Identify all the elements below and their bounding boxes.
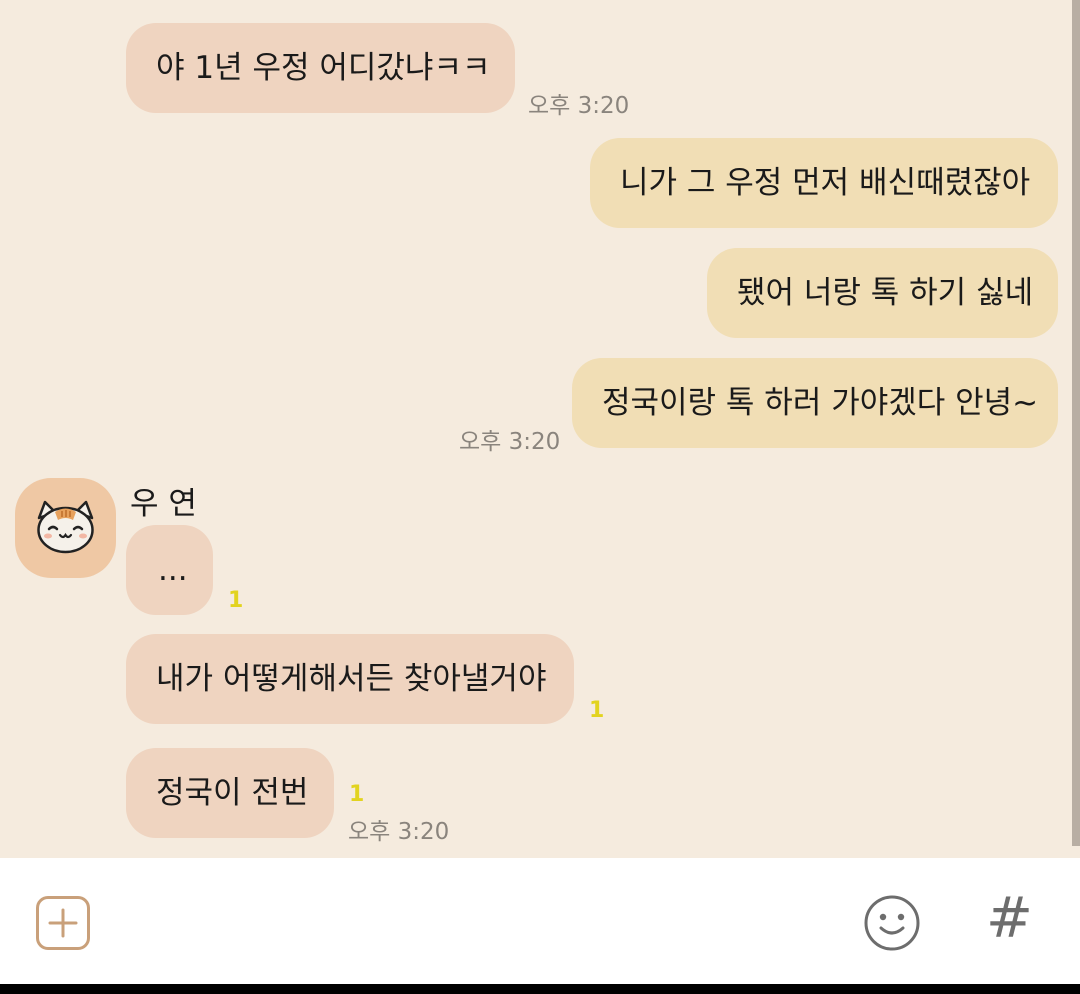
scrollbar[interactable] [1072,0,1080,846]
outgoing-message-bubble[interactable]: 정국이랑 톡 하러 가야겠다 안녕~ [572,358,1058,448]
unread-count: 1 [349,782,365,807]
message-timestamp: 오후 3:20 [348,819,450,845]
incoming-message-bubble[interactable]: 야 1년 우정 어디갔냐ㅋㅋ [126,23,515,113]
cat-face-icon [37,500,94,554]
incoming-message-bubble[interactable]: 정국이 전번 [126,748,334,838]
message-timestamp: 오후 3:20 [528,93,630,119]
outgoing-message-bubble[interactable]: 니가 그 우정 먼저 배신때렸잖아 [590,138,1058,228]
outgoing-message-bubble[interactable]: 됐어 너랑 톡 하기 싫네 [707,248,1058,338]
sender-name: 우 연 [130,486,197,522]
sender-avatar[interactable] [15,478,116,578]
chat-area[interactable]: 야 1년 우정 어디갔냐ㅋㅋ 오후 3:20 니가 그 우정 먼저 배신때렸잖아… [0,0,1080,858]
plus-square-icon[interactable] [36,896,90,950]
message-input-bar: # [0,858,1080,984]
hash-icon[interactable]: # [986,890,1033,948]
unread-count: 1 [228,588,244,613]
smiley-icon[interactable] [863,894,921,952]
incoming-message-bubble[interactable]: ... [126,525,213,615]
incoming-message-bubble[interactable]: 내가 어떻게해서든 찾아낼거야 [126,634,574,724]
system-nav-strip [0,984,1080,994]
unread-count: 1 [589,698,605,723]
message-timestamp: 오후 3:20 [459,429,561,455]
